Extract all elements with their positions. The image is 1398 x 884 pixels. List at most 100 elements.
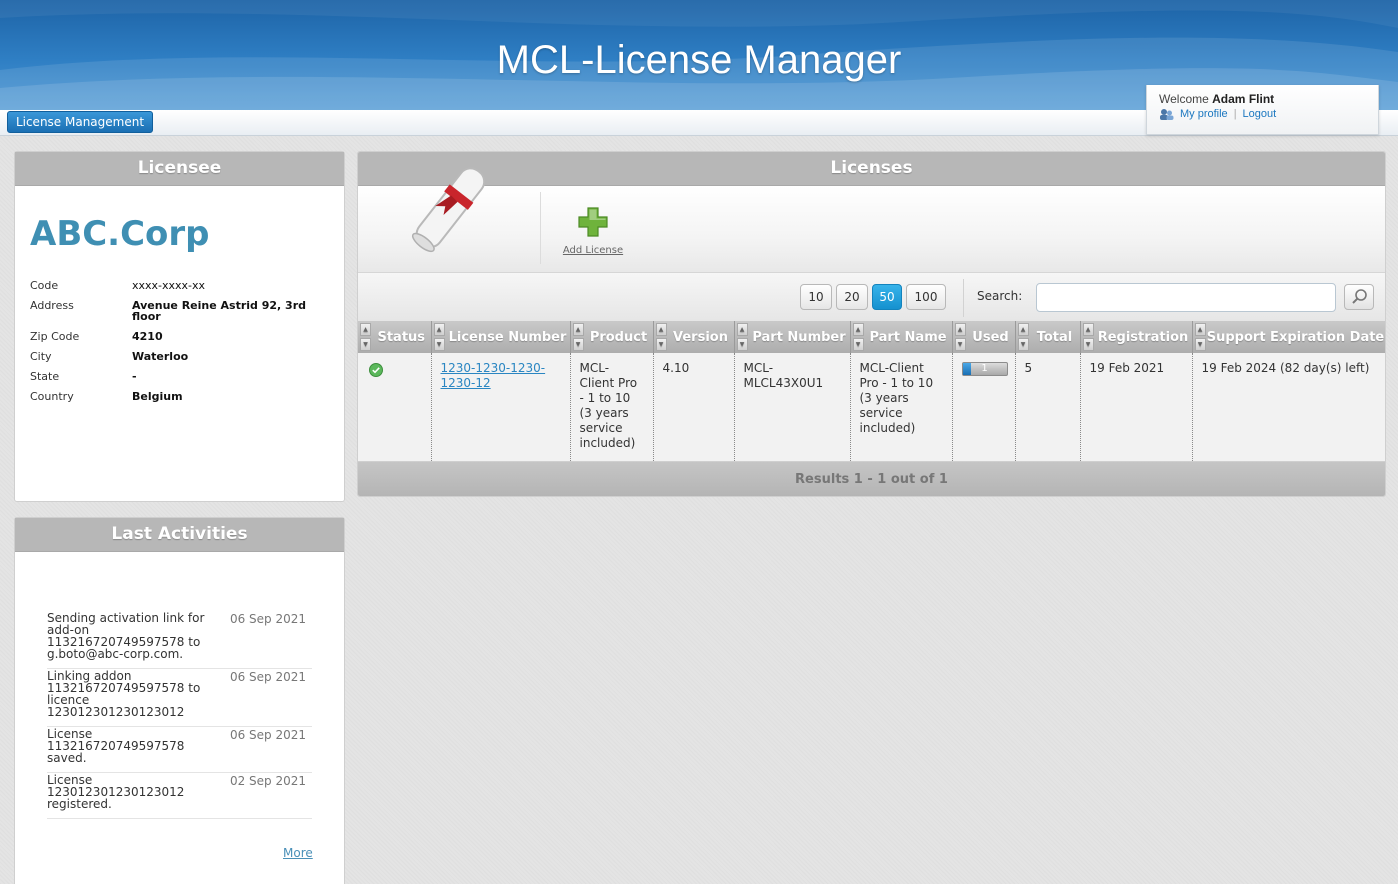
licenses-toolbar: Add License (358, 167, 1385, 273)
sort-down-icon[interactable]: ▼ (1017, 338, 1029, 351)
sort-up-icon[interactable]: ▲ (1017, 323, 1029, 336)
sort-down-icon[interactable]: ▼ (1082, 338, 1094, 351)
sort-arrows[interactable]: ▲ ▼ (1017, 323, 1029, 351)
sort-down-icon[interactable]: ▼ (954, 338, 966, 351)
sort-arrows[interactable]: ▲ ▼ (572, 323, 584, 351)
info-value: Waterloo (132, 350, 189, 363)
sort-down-icon[interactable]: ▼ (1194, 338, 1206, 351)
sort-up-icon[interactable]: ▲ (852, 323, 864, 336)
page-size-50[interactable]: 50 (872, 284, 902, 310)
part-number-cell: MCL-MLCL43X0U1 (734, 353, 851, 462)
info-row: Zip Code 4210 (30, 331, 330, 351)
sort-arrows[interactable]: ▲ ▼ (954, 323, 966, 351)
info-row: City Waterloo (30, 351, 330, 371)
info-value: xxxx-xxxx-xx (132, 279, 206, 292)
info-row: State - (30, 371, 330, 391)
page-size-100[interactable]: 100 (906, 284, 946, 310)
licensee-heading: Licensee (15, 152, 344, 186)
version-cell: 4.10 (653, 353, 735, 462)
col-product[interactable]: ▲ ▼ Product (570, 321, 654, 353)
sort-arrows[interactable]: ▲ ▼ (360, 323, 371, 351)
col-part-number[interactable]: ▲ ▼ Part Number (734, 321, 851, 353)
more-activities-link[interactable]: More (283, 846, 313, 860)
col-status[interactable]: ▲ ▼ Status (358, 321, 432, 353)
page-size-10[interactable]: 10 (800, 284, 832, 310)
app-title: MCL-License Manager (496, 38, 902, 82)
activity-item: License 123012301230123012 registered. 0… (47, 774, 312, 819)
user-name: Adam Flint (1212, 92, 1275, 106)
sort-up-icon[interactable]: ▲ (954, 323, 966, 336)
license-management-tab[interactable]: License Management (7, 111, 153, 133)
licenses-heading: Licenses (358, 152, 1385, 186)
sort-down-icon[interactable]: ▼ (572, 338, 584, 351)
sort-down-icon[interactable]: ▼ (360, 338, 371, 351)
col-support-expiration[interactable]: ▲ ▼ Support Expiration Date (1192, 321, 1385, 353)
sort-up-icon[interactable]: ▲ (1194, 323, 1206, 336)
column-label: Used (972, 329, 1009, 345)
search-label: Search: (977, 289, 1023, 303)
sort-arrows[interactable]: ▲ ▼ (433, 323, 445, 351)
col-part-name[interactable]: ▲ ▼ Part Name (850, 321, 953, 353)
user-links: My profile | Logout (1159, 108, 1366, 120)
company-name: ABC.Corp (30, 214, 210, 254)
sort-arrows[interactable]: ▲ ▼ (1194, 323, 1206, 351)
sort-arrows[interactable]: ▲ ▼ (655, 323, 667, 351)
table-row: 1230-1230-1230-1230-12 MCL-Client Pro - … (358, 353, 1385, 462)
col-registration[interactable]: ▲ ▼ Registration (1080, 321, 1193, 353)
usage-bar: 1 (961, 362, 1008, 376)
licensee-info: Code xxxx-xxxx-xx Address Avenue Reine A… (30, 280, 330, 411)
info-value: Belgium (132, 390, 183, 403)
column-label: Status (377, 329, 426, 345)
sort-down-icon[interactable]: ▼ (433, 338, 445, 351)
column-label: Total (1036, 329, 1073, 345)
pager-divider (963, 279, 964, 317)
logout-link[interactable]: Logout (1243, 108, 1277, 120)
results-summary: Results 1 - 1 out of 1 (358, 462, 1385, 496)
welcome-line: Welcome Adam Flint (1159, 92, 1366, 106)
info-label: Code (30, 279, 59, 292)
activity-item: Linking addon 113216720749597578 to lice… (47, 670, 312, 727)
sort-up-icon[interactable]: ▲ (572, 323, 584, 336)
page-size-20[interactable]: 20 (836, 284, 868, 310)
sort-up-icon[interactable]: ▲ (360, 323, 371, 336)
column-label: Version (673, 329, 728, 345)
activity-date: 06 Sep 2021 (229, 728, 306, 742)
add-license-button[interactable]: Add License (558, 206, 628, 256)
column-label: Part Name (869, 329, 947, 345)
col-license-number[interactable]: ▲ ▼ License Number (431, 321, 571, 353)
licensee-panel: Licensee ABC.Corp Code xxxx-xxxx-xx Addr… (14, 151, 345, 502)
total-cell: 5 (1015, 353, 1081, 462)
usage-fill (962, 363, 972, 375)
pager-bar: 10 20 50 100 Search: (358, 273, 1385, 321)
license-number-link[interactable]: 1230-1230-1230-1230-12 (441, 361, 546, 390)
info-value: Avenue Reine Astrid 92, 3rd floor (132, 299, 307, 323)
sort-down-icon[interactable]: ▼ (736, 338, 748, 351)
sort-arrows[interactable]: ▲ ▼ (1082, 323, 1094, 351)
toolbar-divider (540, 192, 541, 264)
sort-up-icon[interactable]: ▲ (433, 323, 445, 336)
sort-arrows[interactable]: ▲ ▼ (736, 323, 748, 351)
activity-item: Sending activation link for add-on 11321… (47, 612, 312, 669)
col-used[interactable]: ▲ ▼ Used (952, 321, 1016, 353)
sort-up-icon[interactable]: ▲ (736, 323, 748, 336)
used-cell: 1 (952, 353, 1016, 462)
info-label: State (30, 370, 60, 383)
search-button[interactable] (1344, 284, 1374, 310)
status-cell (358, 353, 432, 462)
sort-arrows[interactable]: ▲ ▼ (852, 323, 864, 351)
search-input[interactable] (1036, 283, 1336, 312)
col-version[interactable]: ▲ ▼ Version (653, 321, 735, 353)
col-total[interactable]: ▲ ▼ Total (1015, 321, 1081, 353)
column-label: License Number (448, 329, 567, 345)
sort-up-icon[interactable]: ▲ (655, 323, 667, 336)
info-row: Code xxxx-xxxx-xx (30, 280, 330, 300)
column-label: Registration (1097, 329, 1189, 345)
column-label: Product (589, 329, 648, 345)
support-expiration-cell: 19 Feb 2024 (82 day(s) left) (1192, 353, 1385, 462)
sort-up-icon[interactable]: ▲ (1082, 323, 1094, 336)
table-header-row: ▲ ▼ Status ▲ ▼ License Number ▲ ▼ Product ▲ ▼ Ve… (358, 321, 1385, 353)
info-value: 4210 (132, 330, 163, 343)
sort-down-icon[interactable]: ▼ (852, 338, 864, 351)
my-profile-link[interactable]: My profile (1180, 108, 1228, 120)
sort-down-icon[interactable]: ▼ (655, 338, 667, 351)
